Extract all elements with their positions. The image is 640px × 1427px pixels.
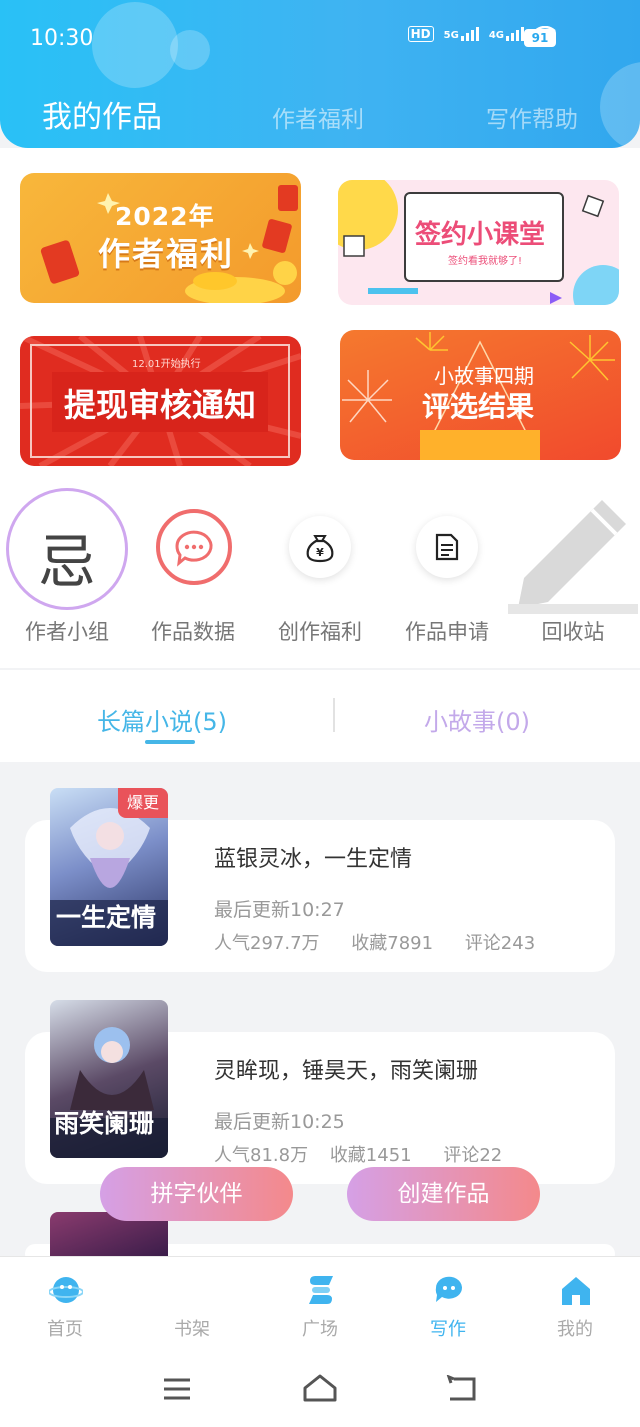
bottom-nav: 首页 书架 广场 写作 我的	[0, 1256, 640, 1351]
book-updated: 最后更新10:27	[214, 899, 345, 921]
author-group-icon: 忌	[6, 488, 128, 610]
shortcut-label: 作品数据	[151, 620, 235, 644]
signal-icon	[506, 27, 524, 41]
stat-popularity: 人气297.7万	[214, 933, 320, 954]
book-title[interactable]: 蓝银灵冰，一生定情	[214, 841, 412, 873]
shortcut-label: 创作福利	[278, 620, 362, 644]
tab-short-story[interactable]: 小故事(0)	[424, 702, 530, 737]
shortcut-creation-welfare[interactable]: ¥ 创作福利	[255, 468, 385, 668]
shortcut-label: 作者小组	[25, 620, 109, 644]
welfare-year: 2022年	[115, 202, 215, 231]
banner-signing-class[interactable]: 签约小课堂 签约看我就够了!	[338, 180, 619, 305]
notice-title: 提现审核通知	[64, 386, 257, 424]
document-icon	[416, 516, 478, 578]
network-5g: 5G	[444, 27, 479, 41]
header: 10:30 HD 5G 4G 91 我的作品 作者福利 写作帮助	[0, 0, 640, 148]
banner-grid: 2022年 作者福利 签约小课堂 签约看我就够了! 12.01开始执行 提现审核…	[0, 148, 640, 468]
shortcut-label: 作品申请	[405, 620, 489, 644]
notice-date: 12.01开始执行	[132, 359, 201, 370]
shortcut-work-data[interactable]: 作品数据	[128, 468, 258, 668]
book-stats: 人气297.7万 收藏7891 评论243	[214, 929, 535, 955]
header-bubble	[92, 2, 178, 88]
book-cover[interactable]: 一生定情 爆更	[50, 788, 168, 946]
cover-title: 一生定情	[56, 903, 157, 932]
shortcut-label: 回收站	[541, 620, 605, 644]
stat-comments: 评论22	[443, 1145, 503, 1166]
chat-bubble-icon	[156, 509, 232, 585]
write-chat-icon	[435, 1276, 462, 1302]
nav-label: 书架	[174, 1319, 210, 1340]
tab-divider	[333, 698, 335, 732]
home-icon	[562, 1277, 590, 1305]
banner-story-results[interactable]: 小故事四期 评选结果	[340, 330, 621, 460]
shortcut-recycle-bin[interactable]: 回收站	[508, 468, 638, 668]
tab-long-novel[interactable]: 长篇小说(5)	[97, 702, 227, 737]
nav-write[interactable]: 写作	[384, 1257, 512, 1352]
nav-label: 写作	[430, 1319, 466, 1340]
book-stats: 人气81.8万 收藏1451 评论22	[214, 1141, 502, 1167]
nav-label: 首页	[47, 1319, 83, 1340]
stat-favorites: 收藏1451	[329, 1145, 412, 1166]
banner-withdraw-notice[interactable]: 12.01开始执行 提现审核通知	[20, 336, 301, 466]
nav-home[interactable]: 首页	[1, 1257, 129, 1352]
menu-icon[interactable]	[162, 1377, 192, 1401]
banner-author-welfare[interactable]: 2022年 作者福利	[20, 173, 301, 303]
book-title[interactable]: 灵眸现，锤昊天，雨笑阑珊	[214, 1053, 478, 1085]
book-updated: 最后更新10:25	[214, 1111, 345, 1133]
tab-writing-help[interactable]: 写作帮助	[486, 100, 578, 134]
story-line2: 评选结果	[422, 390, 535, 423]
hot-update-badge: 爆更	[118, 788, 168, 818]
back-icon[interactable]	[446, 1375, 478, 1403]
svg-text:¥: ¥	[316, 546, 324, 559]
class-title: 签约小课堂	[415, 220, 546, 250]
planet-icon	[49, 1277, 83, 1303]
create-work-button[interactable]: 创建作品	[347, 1167, 540, 1221]
tab-my-works[interactable]: 我的作品	[42, 92, 162, 136]
pencil-icon	[508, 500, 638, 614]
header-bubble	[600, 62, 640, 148]
nav-square[interactable]: 广场	[256, 1257, 384, 1352]
money-bag-icon: ¥	[289, 516, 351, 578]
book-cover[interactable]: 雨笑阑珊	[50, 1000, 168, 1158]
work-type-tabs: 长篇小说(5) 小故事(0)	[0, 670, 640, 762]
nav-mine[interactable]: 我的	[511, 1257, 639, 1352]
tab-author-welfare[interactable]: 作者福利	[272, 100, 364, 134]
square-icon	[309, 1276, 333, 1304]
stat-comments: 评论243	[464, 933, 536, 954]
network-4g: 4G	[489, 27, 524, 41]
partner-button[interactable]: 拼字伙伴	[100, 1167, 293, 1221]
home-button-icon[interactable]	[302, 1373, 338, 1403]
system-navigation-bar	[0, 1351, 640, 1427]
active-tab-underline	[145, 740, 195, 744]
battery-icon: 91	[524, 29, 556, 47]
signal-icon	[460, 27, 479, 41]
stat-favorites: 收藏7891	[351, 933, 434, 954]
stat-popularity: 人气81.8万	[214, 1145, 309, 1166]
cover-title: 雨笑阑珊	[54, 1109, 155, 1138]
shortcut-author-group[interactable]: 忌 作者小组	[2, 468, 132, 668]
nav-label: 广场	[302, 1319, 338, 1340]
status-time: 10:30	[30, 26, 94, 51]
welfare-title: 作者福利	[98, 235, 235, 273]
story-stage	[420, 430, 540, 460]
hd-indicator: HD	[407, 26, 434, 42]
class-subtitle: 签约看我就够了!	[448, 256, 523, 267]
header-bubble	[170, 30, 210, 70]
shortcut-row: 忌 作者小组 作品数据 ¥ 创作福利 作品申请 回收站	[0, 468, 640, 668]
shortcut-work-apply[interactable]: 作品申请	[382, 468, 512, 668]
nav-label: 我的	[557, 1319, 593, 1340]
nav-bookshelf[interactable]: 书架	[128, 1257, 256, 1352]
